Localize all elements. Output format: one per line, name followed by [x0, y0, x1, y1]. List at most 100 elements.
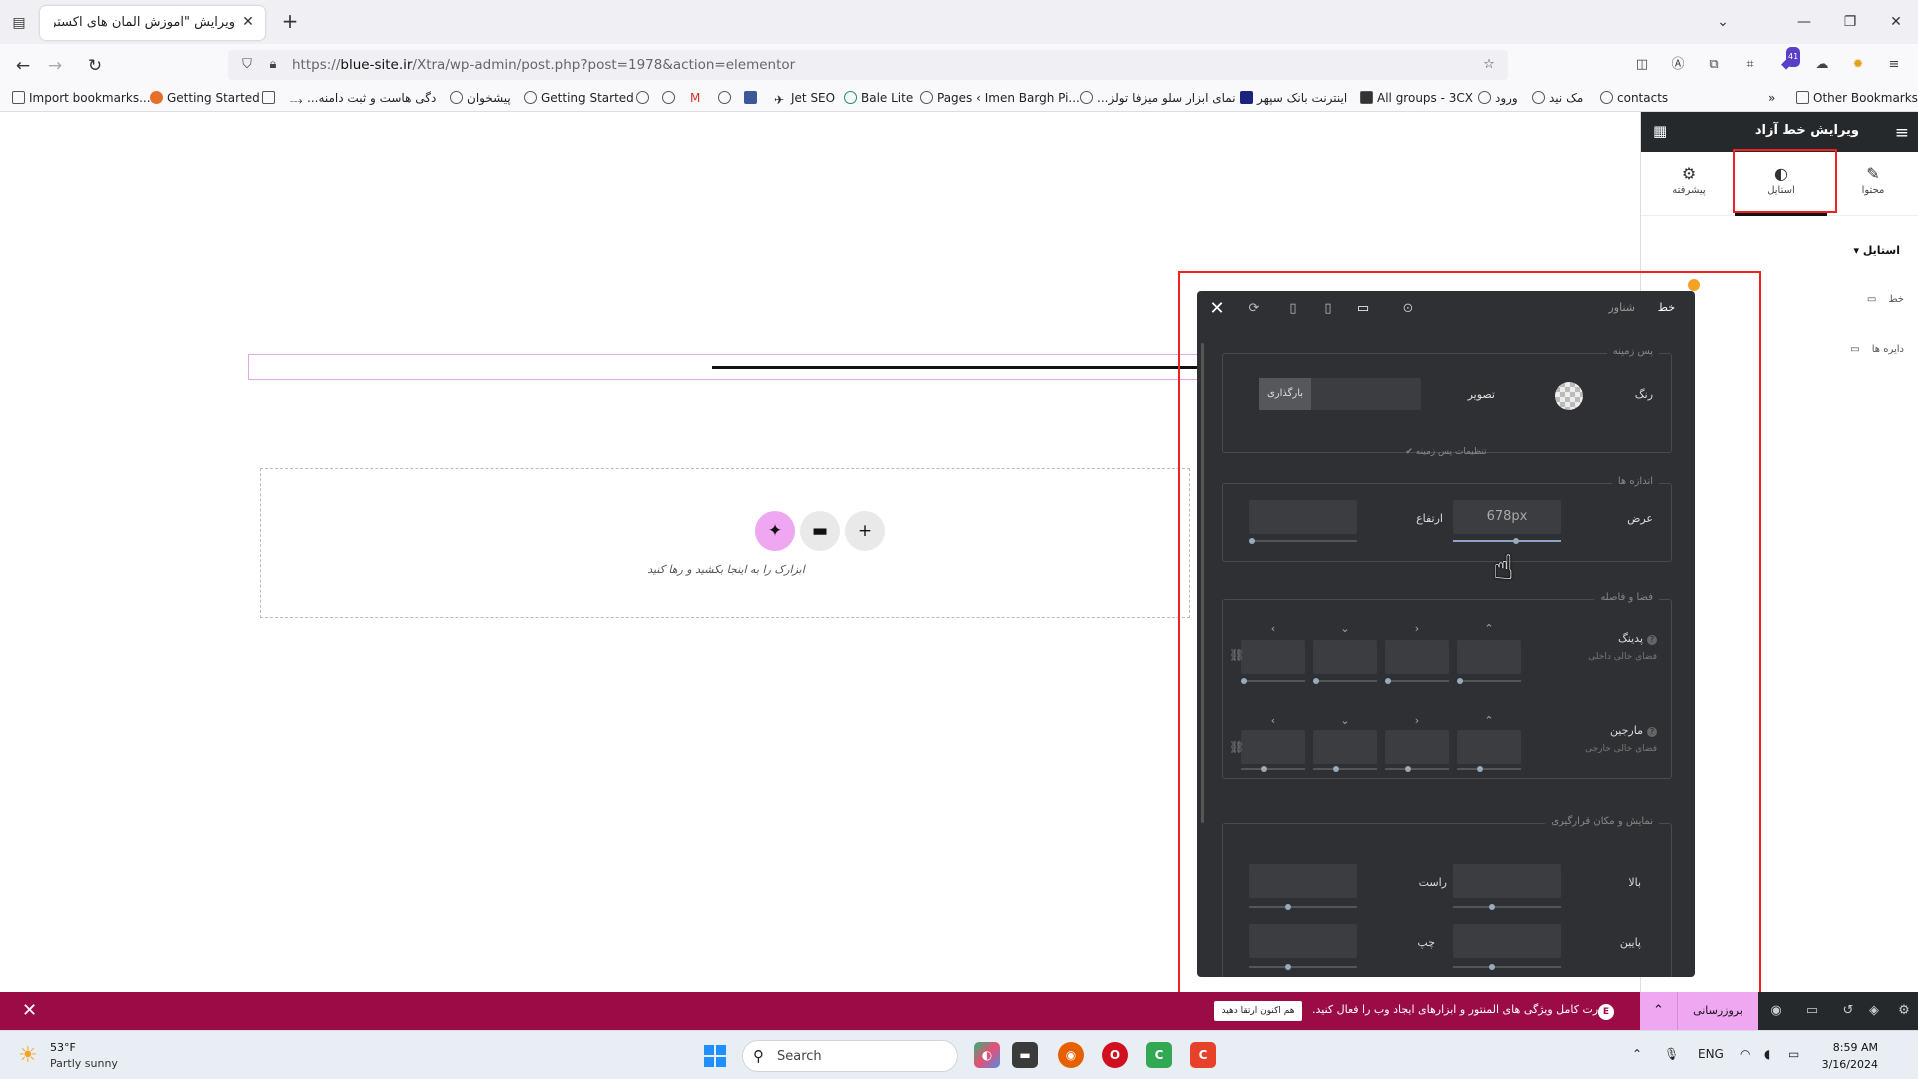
position-right-input[interactable] — [1249, 864, 1357, 898]
upload-button[interactable]: بارگذاری — [1259, 378, 1311, 410]
toggle-icon[interactable]: ⊙ — [1397, 299, 1419, 319]
update-options-chevron-icon[interactable]: ⌃ — [1640, 992, 1678, 1030]
promo-close-icon[interactable]: ✕ — [22, 1000, 37, 1021]
bookmark-globe-icon[interactable] — [662, 91, 679, 105]
close-window-button[interactable]: ✕ — [1881, 10, 1911, 34]
position-top-input[interactable] — [1453, 864, 1561, 898]
navigator-layers-icon[interactable]: ◈ — [1864, 1002, 1884, 1020]
background-settings-link[interactable]: تنظیمات پس زمینه ✔ — [1197, 447, 1695, 457]
bookmark-item[interactable]: Bale Lite — [844, 91, 913, 105]
lock-icon[interactable]: 🔒︎ — [264, 56, 282, 74]
bookmark-icon-only[interactable] — [262, 91, 279, 105]
bookmark-item[interactable]: ✈ Jet SEO — [774, 91, 835, 107]
ai-sparkle-button[interactable]: ✦ — [755, 511, 795, 551]
weather-temperature[interactable]: 53°F — [50, 1041, 76, 1054]
position-top-slider[interactable] — [1453, 904, 1561, 910]
bookmark-item[interactable]: Pages ‹ Imen Bargh Pi... — [920, 91, 1080, 105]
margin-right-slider[interactable] — [1385, 766, 1449, 772]
padding-left-input[interactable] — [1241, 640, 1305, 674]
padding-link-icon[interactable]: ⛓ — [1229, 648, 1244, 662]
extensions-icon[interactable]: ⧉ — [1704, 55, 1724, 75]
windows-start-icon[interactable] — [704, 1045, 726, 1067]
bookmark-item[interactable]: All groups - 3CX — [1360, 91, 1473, 105]
terminal-app-icon[interactable]: ▬ — [1012, 1042, 1038, 1068]
preview-eye-icon[interactable]: ◉ — [1766, 1002, 1786, 1020]
green-app-icon[interactable]: C — [1146, 1042, 1172, 1068]
bookmark-item[interactable]: Getting Started — [524, 91, 634, 105]
control-circles[interactable]: دایره ها▭ — [1850, 344, 1904, 355]
gmail-icon[interactable]: M — [690, 91, 700, 105]
width-input[interactable]: 678px — [1453, 500, 1561, 534]
taskbar-search[interactable]: ⚲ Search — [742, 1040, 958, 1072]
tab-close-icon[interactable]: ✕ — [239, 13, 257, 31]
tab-content[interactable]: ✎ محتوا — [1827, 152, 1918, 216]
wifi-icon[interactable]: ◠ — [1740, 1047, 1750, 1061]
bookmark-app-icon[interactable] — [744, 91, 761, 105]
padding-right-slider[interactable] — [1385, 678, 1449, 684]
menu-hamburger-icon[interactable]: ≡ — [1895, 123, 1909, 143]
margin-bottom-input[interactable] — [1313, 730, 1377, 764]
bookmark-item[interactable]: ...نمای ابزار سلو میزفا تولز — [1080, 91, 1236, 105]
margin-left-input[interactable] — [1241, 730, 1305, 764]
weather-sun-icon[interactable]: ☀ — [18, 1043, 38, 1068]
bookmark-item[interactable]: ⤏ ...دگی هاست و ثبت دامنه — [290, 91, 436, 107]
shield-icon[interactable]: ⛉ — [238, 56, 256, 74]
reload-icon[interactable]: ↻ — [82, 53, 108, 79]
popover-tab-hover[interactable]: شناور — [1608, 301, 1635, 314]
opera-app-icon[interactable]: O — [1102, 1042, 1128, 1068]
pocket-icon[interactable]: ◫ — [1632, 55, 1652, 75]
weather-description[interactable]: Partly sunny — [50, 1057, 118, 1070]
other-bookmarks[interactable]: Other Bookmarks — [1796, 91, 1918, 105]
responsive-mode-icon[interactable]: ▭ — [1802, 1002, 1822, 1020]
position-bottom-input[interactable] — [1453, 924, 1561, 958]
reset-sync-icon[interactable]: ⟳ — [1243, 299, 1265, 319]
browser-menu-icon[interactable]: ≡ — [1884, 55, 1904, 75]
tab-list-icon[interactable]: ▤ — [8, 12, 30, 34]
minimize-window-button[interactable]: — — [1789, 10, 1819, 34]
margin-right-input[interactable] — [1385, 730, 1449, 764]
extension-badge-icon[interactable]: ◆41 — [1776, 47, 1801, 75]
bookmark-star-icon[interactable]: ☆ — [1480, 56, 1498, 74]
image-upload-field[interactable]: بارگذاری — [1259, 378, 1421, 410]
mobile-device-icon[interactable]: ▯ — [1282, 299, 1304, 319]
tab-advanced[interactable]: ⚙ پیشرفته — [1643, 152, 1735, 216]
restore-window-button[interactable]: ❐ — [1835, 10, 1865, 34]
bookmark-item[interactable]: Getting Started — [150, 91, 260, 105]
margin-top-slider[interactable] — [1457, 766, 1521, 772]
bookmark-item[interactable]: Import bookmarks... — [12, 91, 151, 105]
copilot-app-icon[interactable]: ◐ — [974, 1042, 1000, 1068]
popover-tab-line[interactable]: خط — [1658, 301, 1675, 314]
url-bar[interactable]: ⛉ 🔒︎ https://blue-site.ir/Xtra/wp-admin/… — [228, 50, 1508, 80]
tray-chevron-icon[interactable]: ⌃ — [1632, 1047, 1642, 1061]
history-icon[interactable]: ↺ — [1838, 1002, 1858, 1020]
volume-icon[interactable]: ◖ — [1764, 1047, 1770, 1061]
firefox-app-icon[interactable]: ◉ — [1058, 1042, 1084, 1068]
widgets-grid-icon[interactable]: ▦ — [1653, 122, 1667, 140]
browser-tab-active[interactable]: ویرایش "آموزش المان های اکسترا - ... ✕ — [40, 6, 265, 40]
tablet-device-icon[interactable]: ▯ — [1317, 299, 1339, 319]
desktop-device-icon[interactable]: ▭ — [1352, 299, 1374, 319]
margin-top-input[interactable] — [1457, 730, 1521, 764]
back-arrow-icon[interactable]: ← — [10, 53, 36, 79]
style-section-toggle[interactable]: استایل ▾ — [1853, 244, 1900, 257]
padding-right-input[interactable] — [1385, 640, 1449, 674]
bookmark-item[interactable]: contacts — [1600, 91, 1668, 105]
bookmark-globe-icon[interactable] — [718, 91, 735, 105]
red-app-icon[interactable]: C — [1190, 1042, 1216, 1068]
cloud-icon[interactable]: ☁ — [1812, 55, 1832, 75]
bookmark-item[interactable]: اینترنت بانک سپهر — [1240, 91, 1347, 105]
padding-bottom-input[interactable] — [1313, 640, 1377, 674]
clock-time[interactable]: 8:59 AM — [1822, 1041, 1878, 1054]
padding-top-slider[interactable] — [1457, 678, 1521, 684]
sync-extension-icon[interactable]: ✹ — [1848, 55, 1868, 75]
clock-date[interactable]: 3/16/2024 — [1812, 1058, 1878, 1071]
control-line[interactable]: خط▭ — [1867, 294, 1904, 305]
update-button[interactable]: بروزرسانی — [1678, 992, 1758, 1030]
popover-close-icon[interactable]: ✕ — [1205, 297, 1229, 321]
width-slider[interactable] — [1453, 538, 1561, 544]
drop-zone[interactable]: ✦ ▬ + ابزارک را به اینجا بکشید و رها کنی… — [260, 468, 1190, 618]
language-indicator[interactable]: ENG — [1698, 1047, 1724, 1061]
microphone-icon[interactable]: 🎙︎ — [1664, 1047, 1679, 1061]
settings-gear-icon[interactable]: ⚙ — [1894, 1002, 1914, 1020]
battery-icon[interactable]: ▭ — [1788, 1047, 1799, 1061]
